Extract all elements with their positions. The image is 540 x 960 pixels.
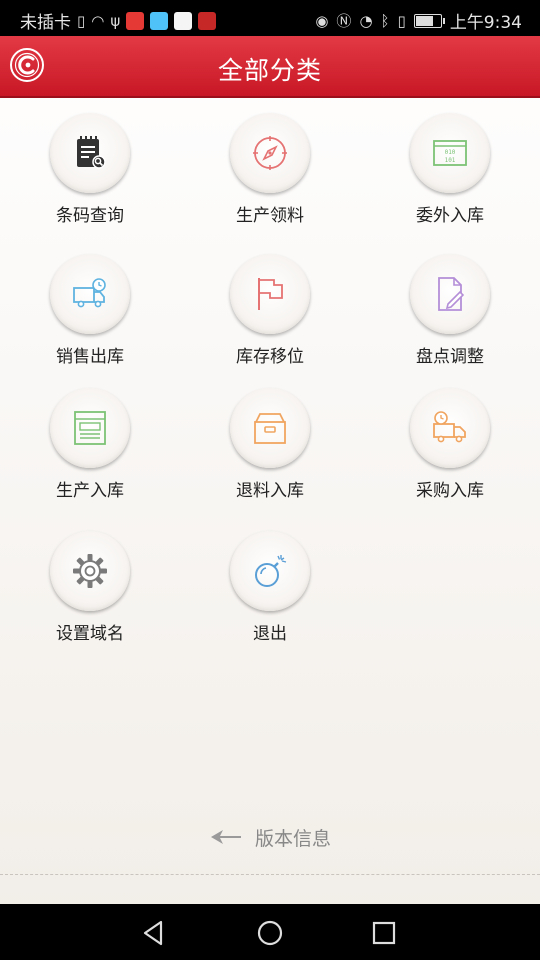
home-nav-icon[interactable] — [255, 918, 285, 948]
binary-panel-icon: 010 101 — [433, 140, 467, 166]
menu-item-icon-button[interactable] — [230, 531, 310, 611]
notification-app-icon — [198, 11, 217, 30]
notification-app-icon — [126, 11, 145, 30]
menu-item-icon-button[interactable]: 010 101 — [410, 113, 490, 193]
bluetooth-icon: ᛒ — [380, 11, 390, 30]
menu-item-icon-button[interactable] — [230, 388, 310, 468]
sim-icon: ▯ — [77, 11, 86, 30]
carrier-text: 未插卡 — [20, 13, 71, 33]
clock-text: 上午9:34 — [449, 13, 522, 33]
menu-item-icon-button[interactable] — [50, 254, 130, 334]
menu-item[interactable]: 盘点调整 — [370, 254, 530, 374]
document-edit-icon — [438, 277, 465, 311]
menu-item-icon-button[interactable] — [410, 254, 490, 334]
barcode-search-icon — [77, 136, 106, 169]
back-nav-icon[interactable] — [139, 918, 169, 948]
nfc-icon: Ⓝ — [336, 12, 352, 30]
menu-item-label: 生产入库 — [56, 481, 124, 501]
menu-item-icon-button[interactable] — [230, 254, 310, 334]
eye-icon: ◉ — [315, 11, 329, 30]
menu-item[interactable]: 采购入库 — [370, 388, 530, 508]
menu-item[interactable]: 库存移位 — [190, 254, 350, 374]
menu-item-label: 盘点调整 — [416, 347, 484, 367]
compass-icon — [253, 136, 287, 170]
status-right: ◉ Ⓝ ◔ ᛒ ▯ 上午9:34 — [315, 8, 522, 34]
battery-icon — [413, 13, 445, 28]
notification-app-icon — [174, 11, 193, 30]
menu-item[interactable]: 设置域名 — [10, 531, 170, 651]
menu-item-label: 退出 — [253, 624, 287, 644]
delivery-truck-clock-icon — [73, 278, 106, 308]
menu-item-label: 委外入库 — [416, 206, 484, 226]
menu-item-label: 设置域名 — [56, 624, 124, 644]
menu-item[interactable]: 退料入库 — [190, 388, 350, 508]
gear-icon — [73, 554, 107, 588]
version-info-label: 版本信息 — [254, 827, 331, 850]
box-icon — [254, 413, 286, 444]
wifi-icon: ◠ — [91, 11, 105, 30]
recents-nav-icon[interactable] — [369, 918, 399, 948]
vibrate-icon: ▯ — [397, 11, 406, 30]
menu-item-label: 退料入库 — [236, 481, 304, 501]
version-info-button[interactable]: 版本信息 — [0, 822, 540, 852]
menu-item-icon-button[interactable] — [410, 388, 490, 468]
alarm-icon: ◔ — [359, 11, 373, 30]
menu-item[interactable]: 010 101 委外入库 — [370, 113, 530, 233]
menu-item-label: 生产领料 — [236, 206, 304, 226]
menu-item-label: 库存移位 — [236, 347, 304, 367]
truck-clock-icon — [433, 411, 466, 443]
menu-item-icon-button[interactable] — [50, 388, 130, 468]
menu-item[interactable]: 生产入库 — [10, 388, 170, 508]
menu-item-icon-button[interactable] — [230, 113, 310, 193]
status-bar: 未插卡 ▯ ◠ ψ ◉ Ⓝ ◔ ᛒ ▯ 上午9:34 — [0, 0, 540, 36]
status-left: 未插卡 ▯ ◠ ψ — [20, 8, 217, 33]
svg-text:101: 101 — [445, 157, 456, 164]
menu-item-label: 销售出库 — [56, 347, 124, 367]
menu-item[interactable]: 退出 — [190, 531, 350, 651]
footer-divider — [0, 874, 540, 875]
menu-item-icon-button[interactable] — [50, 531, 130, 611]
menu-item[interactable]: 销售出库 — [10, 254, 170, 374]
notification-app-icon — [150, 11, 169, 30]
arrow-left-icon — [210, 830, 241, 844]
menu-item-label: 采购入库 — [416, 481, 484, 501]
menu-item-label: 条码查询 — [56, 206, 124, 226]
svg-text:010: 010 — [445, 149, 456, 156]
flag-icon — [258, 278, 283, 310]
menu-item[interactable]: 生产领料 — [190, 113, 350, 233]
bomb-icon — [255, 555, 287, 587]
app-header: 全部分类 — [0, 36, 540, 98]
page-title: 全部分类 — [217, 56, 322, 85]
form-panel-icon — [74, 411, 106, 445]
system-navigation-bar — [0, 904, 540, 960]
menu-item-icon-button[interactable] — [50, 113, 130, 193]
menu-item[interactable]: 条码查询 — [10, 113, 170, 233]
usb-icon: ψ — [110, 11, 121, 30]
